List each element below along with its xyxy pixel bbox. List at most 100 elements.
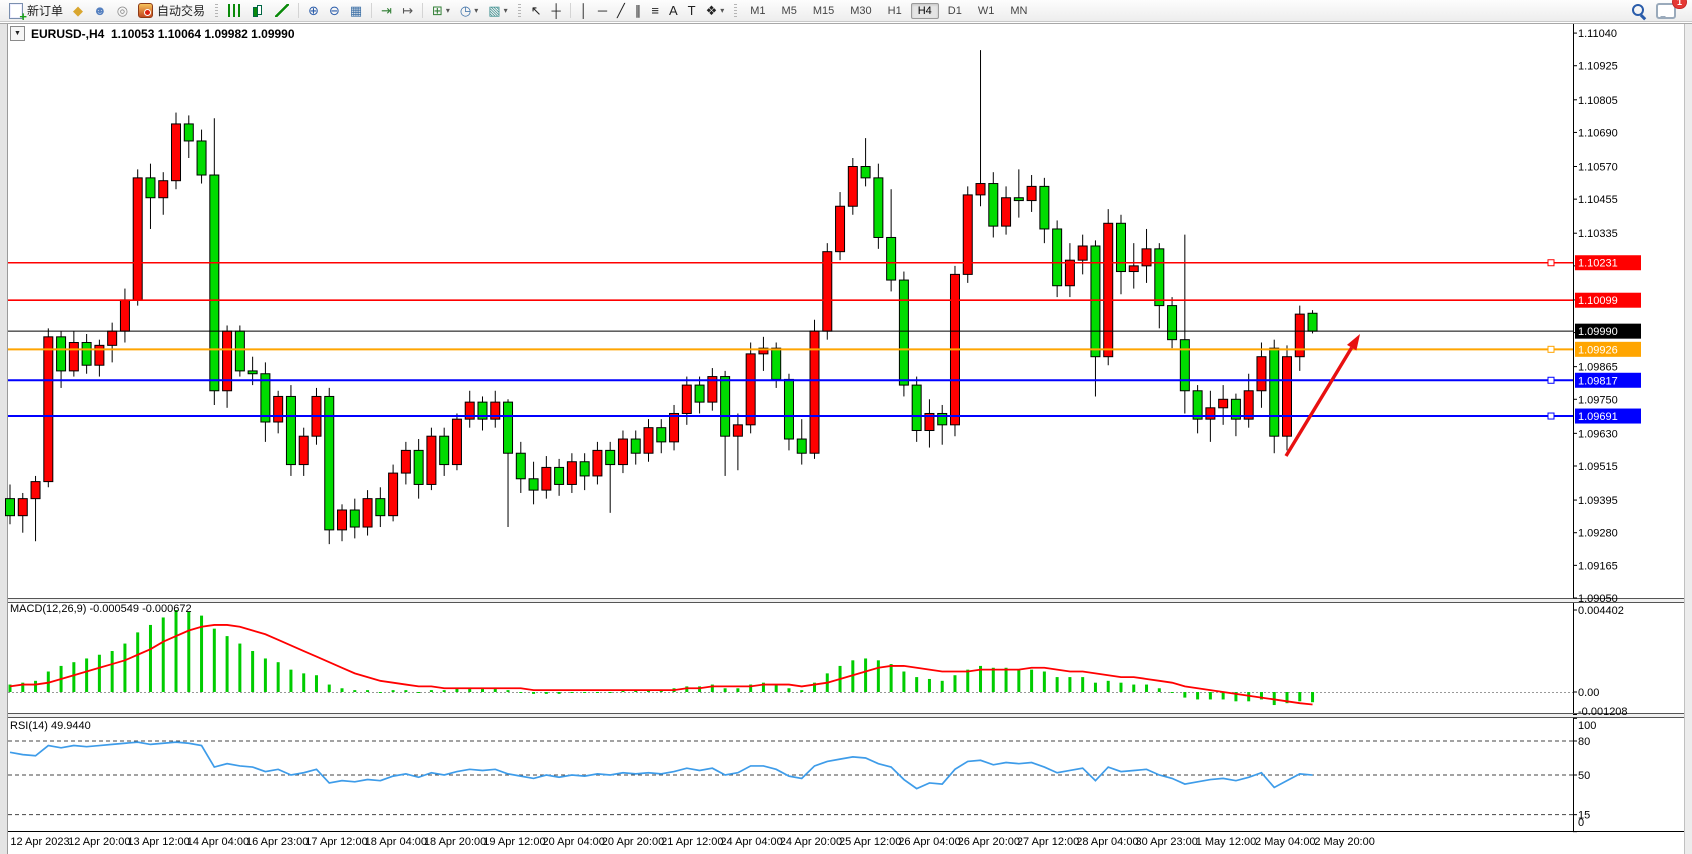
candle	[414, 450, 423, 484]
timeframe-M1[interactable]: M1	[743, 3, 772, 19]
time-axis-label: 24 Apr 04:00	[720, 836, 782, 848]
navigator-icon[interactable]: ☻	[89, 0, 111, 22]
candlestick-chart-icon[interactable]	[247, 0, 269, 22]
new-order-button[interactable]: 新订单	[5, 0, 67, 22]
chart-canvas[interactable]: 1.110401.109251.108051.106901.105701.104…	[0, 0, 1692, 854]
time-axis-label: 25 Apr 12:00	[839, 836, 901, 848]
bar-chart-icon[interactable]	[224, 0, 245, 22]
candle	[644, 428, 653, 454]
macd-histogram-bar	[98, 655, 101, 692]
cursor-icon[interactable]: ↖	[527, 0, 546, 22]
dropdown-arrow-icon[interactable]: ▾	[446, 6, 450, 15]
timeframe-M15[interactable]: M15	[806, 3, 841, 19]
panel-splitter-0[interactable]	[8, 599, 1684, 602]
time-axis-label: 20 Apr 20:00	[602, 836, 664, 848]
candle	[695, 385, 704, 402]
fibonacci-icon[interactable]: ≡	[647, 0, 663, 22]
macd-axis-label: -0.001208	[1578, 706, 1628, 718]
trendline-icon[interactable]: ╱	[613, 0, 629, 22]
candle	[1053, 229, 1062, 286]
candle	[1040, 186, 1049, 229]
line-chart-icon[interactable]	[271, 0, 293, 22]
timeframe-H4[interactable]: H4	[911, 3, 939, 19]
macd-histogram-bar	[213, 629, 216, 692]
time-axis-label: 24 Apr 20:00	[780, 836, 842, 848]
signals-icon[interactable]: ◎	[113, 0, 132, 22]
macd-indicator-label: MACD(12,26,9) -0.000549 -0.000672	[10, 603, 192, 615]
candle	[44, 337, 53, 482]
timeframe-D1[interactable]: D1	[941, 3, 969, 19]
autotrading-button-glyph	[138, 3, 153, 18]
resistance-line-1-handle[interactable]	[1548, 260, 1554, 266]
time-axis-label: 14 Apr 04:00	[187, 836, 249, 848]
candle	[223, 331, 232, 391]
timeframe-MN[interactable]: MN	[1003, 3, 1034, 19]
pivot-line-handle[interactable]	[1548, 346, 1554, 352]
new-order-button-label: 新订单	[27, 2, 63, 19]
templates-icon[interactable]: ▧▾	[484, 0, 511, 22]
macd-histogram-bar	[583, 692, 586, 693]
text-label-icon[interactable]: T	[684, 0, 700, 22]
text-icon[interactable]: A	[665, 0, 682, 22]
chart-shift-icon[interactable]: ↦	[398, 0, 417, 22]
support-line-1-handle[interactable]	[1548, 377, 1554, 383]
autotrading-button[interactable]: 自动交易	[134, 0, 209, 22]
candle	[1014, 198, 1023, 201]
timeframe-M30[interactable]: M30	[843, 3, 878, 19]
candle	[555, 467, 564, 484]
timeframe-M5[interactable]: M5	[775, 3, 804, 19]
candle	[848, 167, 857, 207]
candle	[912, 385, 921, 430]
dropdown-arrow-icon[interactable]: ▾	[720, 6, 724, 15]
dropdown-arrow-icon[interactable]: ▾	[474, 6, 478, 15]
time-axis-label: 17 Apr 12:00	[305, 836, 367, 848]
support-line-2-handle[interactable]	[1548, 413, 1554, 419]
search-icon[interactable]	[1627, 0, 1650, 22]
candle	[1116, 223, 1125, 271]
macd-histogram-bar	[915, 677, 918, 692]
time-axis-label: 13 Apr 12:00	[127, 836, 189, 848]
marketwatch-icon[interactable]: ◆	[69, 0, 87, 22]
tile-windows-icon[interactable]: ▦	[346, 0, 366, 22]
macd-histogram-bar	[302, 673, 305, 692]
horizontal-line-icon-glyph: ─	[598, 3, 607, 19]
crosshair-icon[interactable]: ┼	[547, 0, 564, 22]
indicators-icon[interactable]: ⊞▾	[428, 0, 454, 22]
price-tick-label: 1.09630	[1578, 428, 1618, 440]
price-tick-label: 1.10455	[1578, 194, 1618, 206]
arrows-icon[interactable]: ❖▾	[702, 0, 729, 22]
chat-icon[interactable]: 1	[1652, 0, 1680, 22]
cursor-icon-glyph: ↖	[531, 3, 542, 19]
macd-histogram-bar	[953, 675, 956, 692]
zoom-in-icon[interactable]: ⊕	[304, 0, 323, 22]
notification-badge: 1	[1672, 0, 1687, 9]
macd-histogram-bar	[941, 681, 944, 692]
time-axis-label: 12 Apr 2023	[10, 836, 69, 848]
auto-scroll-icon[interactable]: ⇥	[377, 0, 396, 22]
symbol-dropdown-icon[interactable]: ▼	[10, 26, 25, 41]
dropdown-arrow-icon[interactable]: ▾	[504, 6, 508, 15]
candle	[1193, 391, 1202, 419]
candle	[31, 482, 40, 499]
macd-histogram-bar	[379, 692, 382, 693]
candle	[274, 396, 283, 422]
candle	[874, 178, 883, 238]
candle	[1065, 260, 1074, 286]
equidistant-channel-icon[interactable]: ∥	[631, 0, 646, 22]
macd-histogram-bar	[72, 662, 75, 692]
macd-histogram-bar	[1030, 670, 1033, 692]
periods-icon[interactable]: ◷▾	[456, 0, 482, 22]
timeframe-W1[interactable]: W1	[971, 3, 1002, 19]
zoom-out-icon[interactable]: ⊖	[325, 0, 344, 22]
candle	[784, 379, 793, 439]
timeframe-H1[interactable]: H1	[881, 3, 909, 19]
vertical-line-icon[interactable]: │	[576, 0, 592, 22]
candle	[772, 348, 781, 379]
candle	[606, 450, 615, 464]
horizontal-line-icon[interactable]: ─	[594, 0, 611, 22]
macd-histogram-bar	[341, 688, 344, 692]
price-tick-label: 1.09050	[1578, 593, 1618, 605]
candle	[1155, 249, 1164, 306]
panel-splitter-1[interactable]	[8, 714, 1684, 717]
price-tick-label: 1.10335	[1578, 228, 1618, 240]
